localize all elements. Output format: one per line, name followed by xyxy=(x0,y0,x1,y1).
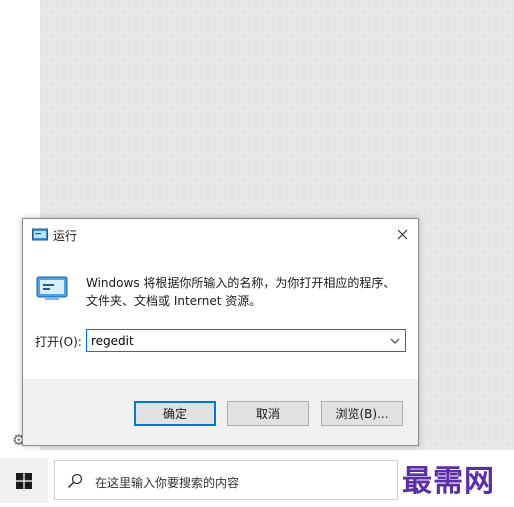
start-button[interactable] xyxy=(0,458,48,503)
browse-button[interactable]: 浏览(B)... xyxy=(321,401,403,426)
ok-button[interactable]: 确定 xyxy=(134,401,216,426)
run-dialog: 运行 Windows 将根据你所输入的名称，为你打开相应的程序、文件夹、文档或 … xyxy=(22,218,419,446)
taskbar-search-box[interactable]: 在这里输入你要搜索的内容 xyxy=(54,460,398,500)
run-app-icon xyxy=(32,228,48,241)
run-app-icon xyxy=(36,276,68,300)
cancel-button[interactable]: 取消 xyxy=(227,401,309,426)
open-combobox[interactable] xyxy=(86,329,406,352)
windows-logo-icon xyxy=(16,472,32,489)
search-icon xyxy=(67,473,83,489)
dialog-titlebar[interactable]: 运行 xyxy=(23,219,418,250)
close-button[interactable] xyxy=(386,219,418,250)
open-label: 打开(O): xyxy=(35,335,82,349)
chevron-down-icon[interactable] xyxy=(389,335,401,347)
dialog-title: 运行 xyxy=(53,229,78,243)
search-placeholder: 在这里输入你要搜索的内容 xyxy=(95,476,240,490)
open-input[interactable] xyxy=(87,330,377,351)
close-icon xyxy=(397,229,407,240)
dialog-description: Windows 将根据你所输入的名称，为你打开相应的程序、文件夹、文档或 Int… xyxy=(86,276,396,308)
dialog-footer: 确定 取消 浏览(B)... xyxy=(23,379,418,445)
watermark-logo: 最需网 xyxy=(402,464,495,499)
